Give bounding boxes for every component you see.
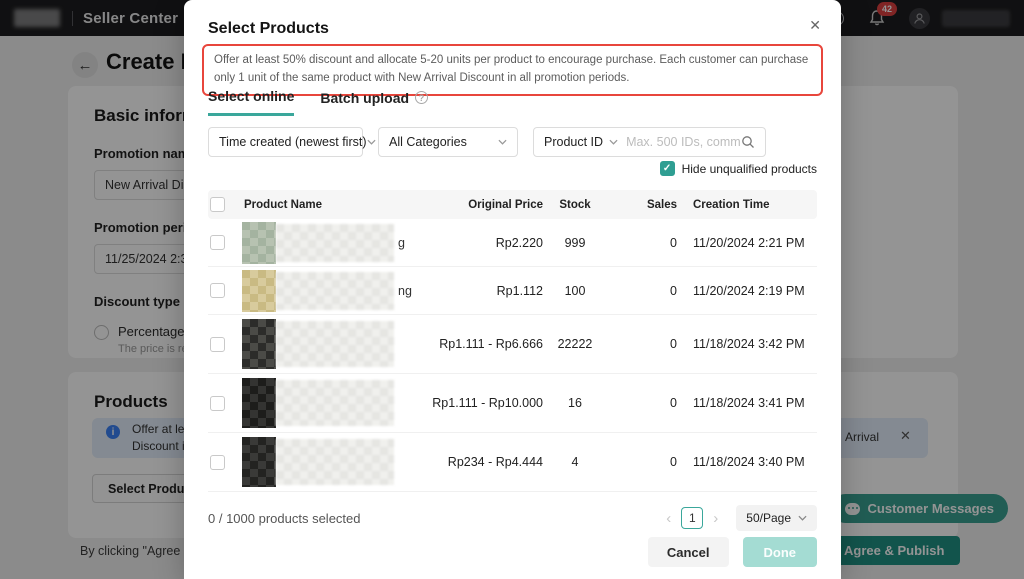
stock: 16: [543, 396, 607, 410]
original-price: Rp1.111 - Rp6.666: [425, 337, 543, 351]
chevron-down-icon: [498, 139, 507, 145]
chevron-down-icon: [609, 139, 618, 145]
creation-time: 11/20/2024 2:19 PM: [677, 284, 817, 298]
row-checkbox[interactable]: [210, 337, 225, 352]
product-thumbnail-blurred: [242, 378, 276, 428]
product-name-fragment: g: [398, 236, 405, 250]
close-icon[interactable]: ✕: [809, 17, 821, 34]
modal-footer: 0 / 1000 products selected ‹ 1 › 50/Page: [208, 505, 817, 531]
table-row: Rp1.111 - Rp6.666 22222 0 11/18/2024 3:4…: [208, 315, 817, 374]
product-name-blurred: [276, 380, 394, 426]
col-original-price: Original Price: [425, 199, 543, 211]
pagination: ‹ 1 › 50/Page: [663, 505, 817, 531]
original-price: Rp234 - Rp4.444: [425, 455, 543, 469]
table-body: g Rp2.220 999 0 11/20/2024 2:21 PM ng Rp…: [208, 219, 817, 492]
table-row: Rp234 - Rp4.444 4 0 11/18/2024 3:40 PM: [208, 433, 817, 492]
product-name-blurred: [276, 272, 394, 310]
creation-time: 11/20/2024 2:21 PM: [677, 236, 817, 250]
sales: 0: [607, 284, 677, 298]
page-number[interactable]: 1: [681, 507, 703, 529]
col-sales: Sales: [607, 199, 677, 211]
row-checkbox[interactable]: [210, 283, 225, 298]
table-row: Rp1.111 - Rp10.000 16 0 11/18/2024 3:41 …: [208, 374, 817, 433]
creation-time: 11/18/2024 3:42 PM: [677, 337, 817, 351]
screen: Seller Center 42 ← Create N Basic inform…: [0, 0, 1024, 579]
filter-bar: Time created (newest first) All Categori…: [208, 127, 766, 157]
original-price: Rp2.220: [425, 236, 543, 250]
select-all-checkbox[interactable]: [210, 197, 225, 212]
product-name-cell: [242, 437, 425, 487]
hide-unqualified-label: Hide unqualified products: [682, 162, 817, 176]
chevron-down-icon: [798, 515, 807, 521]
stock: 22222: [543, 337, 607, 351]
hide-unqualified-toggle[interactable]: ✓ Hide unqualified products: [660, 161, 817, 176]
product-name-cell: ng: [242, 270, 425, 312]
category-dropdown[interactable]: All Categories: [378, 127, 518, 157]
prev-page-icon[interactable]: ‹: [663, 511, 674, 526]
select-products-modal: Select Products ✕ Offer at least 50% dis…: [184, 0, 841, 579]
modal-title: Select Products: [208, 20, 329, 38]
sales: 0: [607, 455, 677, 469]
table-row: g Rp2.220 999 0 11/20/2024 2:21 PM: [208, 219, 817, 267]
sales: 0: [607, 337, 677, 351]
product-thumbnail-blurred: [242, 319, 276, 369]
col-stock: Stock: [543, 199, 607, 211]
product-thumbnail-blurred: [242, 270, 276, 312]
product-name-cell: [242, 319, 425, 369]
row-checkbox[interactable]: [210, 455, 225, 470]
product-id-search[interactable]: Product ID Max. 500 IDs, comma-sep: [533, 127, 766, 157]
row-checkbox[interactable]: [210, 396, 225, 411]
chevron-down-icon: [367, 139, 376, 145]
sales: 0: [607, 236, 677, 250]
product-thumbnail-blurred: [242, 437, 276, 487]
search-icon[interactable]: [741, 135, 755, 149]
selected-count: 0 / 1000 products selected: [208, 511, 361, 526]
products-table: Product Name Original Price Stock Sales …: [208, 190, 817, 492]
cancel-button[interactable]: Cancel: [648, 537, 729, 567]
page-size-dropdown[interactable]: 50/Page: [736, 505, 817, 531]
row-checkbox[interactable]: [210, 235, 225, 250]
product-name-blurred: [276, 439, 394, 485]
original-price: Rp1.111 - Rp10.000: [425, 396, 543, 410]
stock: 4: [543, 455, 607, 469]
stock: 999: [543, 236, 607, 250]
product-thumbnail-blurred: [242, 222, 276, 264]
next-page-icon[interactable]: ›: [710, 511, 721, 526]
product-name-blurred: [276, 321, 394, 367]
batch-upload-help-icon[interactable]: ?: [415, 91, 428, 104]
creation-time: 11/18/2024 3:41 PM: [677, 396, 817, 410]
creation-time: 11/18/2024 3:40 PM: [677, 455, 817, 469]
tab-batch-upload[interactable]: Batch upload ?: [320, 90, 428, 115]
product-name-cell: [242, 378, 425, 428]
col-creation-time: Creation Time: [677, 199, 817, 211]
sort-dropdown[interactable]: Time created (newest first): [208, 127, 363, 157]
done-button[interactable]: Done: [743, 537, 818, 567]
table-row: ng Rp1.112 100 0 11/20/2024 2:19 PM: [208, 267, 817, 315]
modal-tabs: Select online Batch upload ?: [208, 88, 428, 116]
tab-select-online[interactable]: Select online: [208, 88, 294, 116]
product-name-fragment: ng: [398, 284, 412, 298]
product-name-cell: g: [242, 222, 425, 264]
original-price: Rp1.112: [425, 284, 543, 298]
search-input[interactable]: Max. 500 IDs, comma-sep: [626, 135, 741, 149]
sales: 0: [607, 396, 677, 410]
checkbox-checked-icon[interactable]: ✓: [660, 161, 675, 176]
modal-actions: Cancel Done: [648, 537, 817, 567]
stock: 100: [543, 284, 607, 298]
col-product-name: Product Name: [242, 199, 425, 211]
table-header: Product Name Original Price Stock Sales …: [208, 190, 817, 219]
product-name-blurred: [276, 224, 394, 262]
